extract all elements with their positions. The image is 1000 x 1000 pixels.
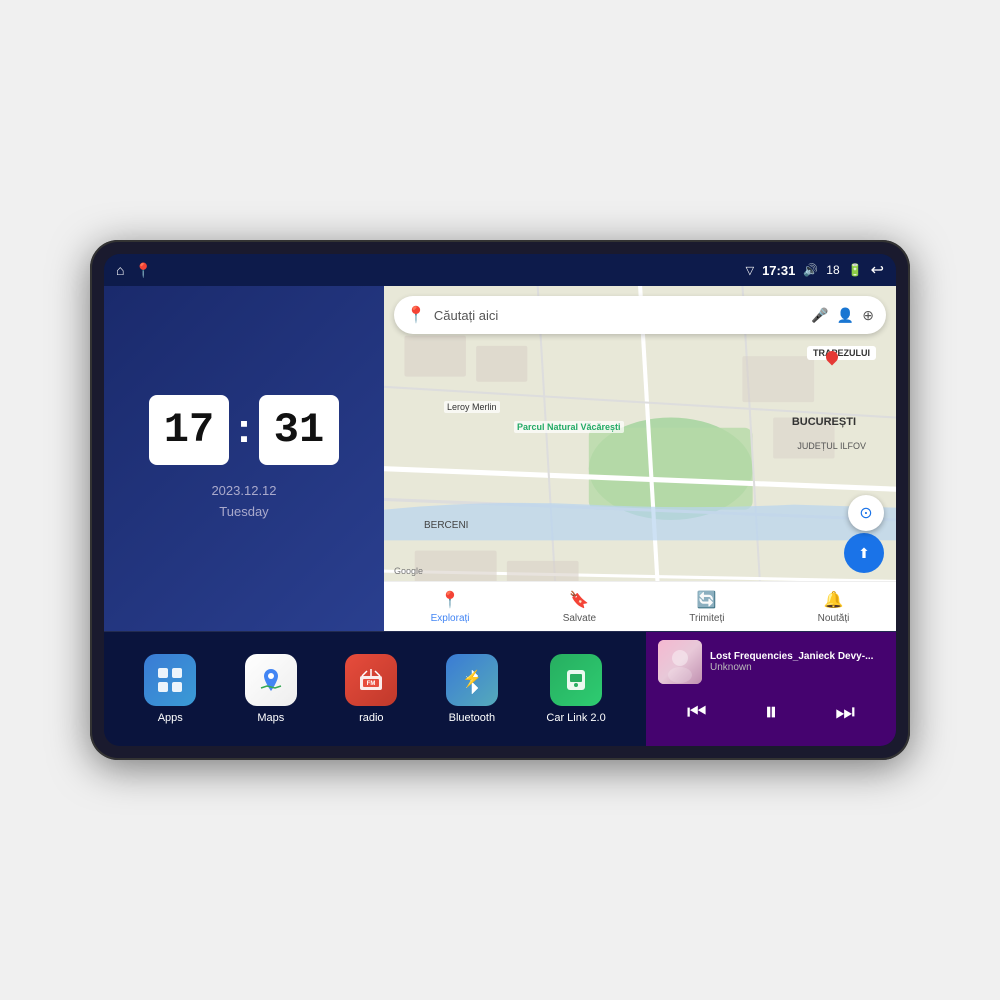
saved-label: Salvate bbox=[563, 613, 596, 624]
top-section: 17 : 31 2023.12.12 Tuesday bbox=[104, 286, 896, 631]
music-text: Lost Frequencies_Janieck Devy-... Unknow… bbox=[710, 651, 884, 673]
map-label-leroy: Leroy Merlin bbox=[444, 401, 500, 413]
share-label: Trimiteți bbox=[689, 613, 724, 624]
battery-icon: 🔋 bbox=[848, 263, 863, 277]
music-controls: ⏮ ⏸ ⏭ bbox=[658, 692, 884, 732]
carlink-icon-wrapper bbox=[550, 654, 602, 706]
account-icon[interactable]: 👤 bbox=[837, 307, 854, 324]
clock-date: 2023.12.12 Tuesday bbox=[211, 481, 276, 523]
app-item-apps[interactable]: Apps bbox=[144, 654, 196, 724]
next-button[interactable]: ⏭ bbox=[827, 695, 863, 729]
app-item-maps[interactable]: Maps bbox=[245, 654, 297, 724]
signal-icon: ▽ bbox=[746, 264, 754, 277]
music-album-art bbox=[658, 640, 702, 684]
play-pause-button[interactable]: ⏸ bbox=[756, 692, 785, 732]
map-navigate-button[interactable]: ⬆ bbox=[844, 533, 884, 573]
updates-label: Noutăți bbox=[818, 613, 850, 624]
svg-text:⚡: ⚡ bbox=[462, 669, 482, 688]
time-display: 17:31 bbox=[762, 263, 795, 278]
status-bar-right: ▽ 17:31 🔊 18 🔋 ↩ bbox=[746, 260, 884, 280]
maps-pin-icon: 📍 bbox=[406, 305, 426, 325]
status-bar: ⌂ 📍 ▽ 17:31 🔊 18 🔋 ↩ bbox=[104, 254, 896, 286]
clock-panel: 17 : 31 2023.12.12 Tuesday bbox=[104, 286, 384, 631]
music-panel: Lost Frequencies_Janieck Devy-... Unknow… bbox=[646, 632, 896, 746]
updates-icon: 🔔 bbox=[824, 590, 844, 610]
music-title: Lost Frequencies_Janieck Devy-... bbox=[710, 651, 884, 662]
clock-hour: 17 bbox=[149, 395, 229, 465]
bluetooth-icon-wrapper: ⚡ bbox=[446, 654, 498, 706]
clock-minute: 31 bbox=[259, 395, 339, 465]
map-label-ilfov: JUDEȚUL ILFOV bbox=[797, 441, 866, 451]
volume-icon: 🔊 bbox=[803, 263, 818, 277]
maps-nav-icon[interactable]: 📍 bbox=[134, 262, 151, 279]
share-icon: 🔄 bbox=[697, 590, 717, 610]
navigate-arrow-icon: ⬆ bbox=[858, 545, 870, 562]
map-search-bar[interactable]: 📍 Căutați aici 🎤 👤 ⊕ bbox=[394, 296, 886, 334]
map-nav-share[interactable]: 🔄 Trimiteți bbox=[689, 590, 724, 624]
bluetooth-label: Bluetooth bbox=[449, 712, 495, 724]
app-item-radio[interactable]: FM radio bbox=[345, 654, 397, 724]
location-target-icon: ⊙ bbox=[859, 503, 872, 523]
music-artist: Unknown bbox=[710, 662, 884, 673]
carlink-label: Car Link 2.0 bbox=[546, 712, 605, 724]
bottom-section: Apps Maps bbox=[104, 631, 896, 746]
apps-icon-wrapper bbox=[144, 654, 196, 706]
map-bottom-nav: 📍 Explorați 🔖 Salvate 🔄 Trimiteți � bbox=[384, 581, 896, 631]
clock-colon: : bbox=[237, 404, 251, 452]
map-label-berceni: BERCENI bbox=[424, 520, 468, 531]
map-label-trapezului: TRAPEZULUI bbox=[807, 346, 876, 360]
map-nav-updates[interactable]: 🔔 Noutăți bbox=[818, 590, 850, 624]
map-nav-explore[interactable]: 📍 Explorați bbox=[431, 590, 470, 624]
map-search-icons: 🎤 👤 ⊕ bbox=[811, 307, 874, 324]
apps-label: Apps bbox=[158, 712, 183, 724]
apps-panel: Apps Maps bbox=[104, 632, 646, 746]
music-info: Lost Frequencies_Janieck Devy-... Unknow… bbox=[658, 640, 884, 684]
map-panel[interactable]: TRAPEZULUI BUCUREȘTI JUDEȚUL ILFOV BERCE… bbox=[384, 286, 896, 631]
map-label-bucuresti: BUCUREȘTI bbox=[792, 416, 856, 428]
my-location-button[interactable]: ⊙ bbox=[848, 495, 884, 531]
home-icon[interactable]: ⌂ bbox=[116, 262, 124, 278]
map-background bbox=[384, 286, 896, 631]
status-bar-left: ⌂ 📍 bbox=[116, 262, 152, 279]
back-icon[interactable]: ↩ bbox=[871, 260, 884, 280]
saved-icon: 🔖 bbox=[569, 590, 589, 610]
explore-label: Explorați bbox=[431, 613, 470, 624]
layers-icon[interactable]: ⊕ bbox=[862, 307, 874, 324]
map-label-parcul: Parcul Natural Văcărești bbox=[514, 421, 624, 433]
car-headunit-device: ⌂ 📍 ▽ 17:31 🔊 18 🔋 ↩ 17 : bbox=[90, 240, 910, 760]
map-search-text[interactable]: Căutați aici bbox=[434, 308, 803, 323]
album-art-image bbox=[658, 640, 702, 684]
map-google-logo: Google bbox=[394, 566, 423, 576]
svg-text:FM: FM bbox=[367, 681, 376, 687]
app-item-bluetooth[interactable]: ⚡ Bluetooth bbox=[446, 654, 498, 724]
clock-display: 17 : 31 bbox=[149, 395, 339, 465]
radio-label: radio bbox=[359, 712, 383, 724]
app-item-carlink[interactable]: Car Link 2.0 bbox=[546, 654, 605, 724]
main-content: 17 : 31 2023.12.12 Tuesday bbox=[104, 286, 896, 746]
mic-icon[interactable]: 🎤 bbox=[811, 307, 828, 324]
prev-button[interactable]: ⏮ bbox=[679, 695, 715, 729]
map-nav-saved[interactable]: 🔖 Salvate bbox=[563, 590, 596, 624]
volume-level: 18 bbox=[826, 263, 839, 277]
explore-icon: 📍 bbox=[440, 590, 460, 610]
maps-icon-wrapper bbox=[245, 654, 297, 706]
radio-icon-wrapper: FM bbox=[345, 654, 397, 706]
maps-label: Maps bbox=[257, 712, 284, 724]
device-screen: ⌂ 📍 ▽ 17:31 🔊 18 🔋 ↩ 17 : bbox=[104, 254, 896, 746]
